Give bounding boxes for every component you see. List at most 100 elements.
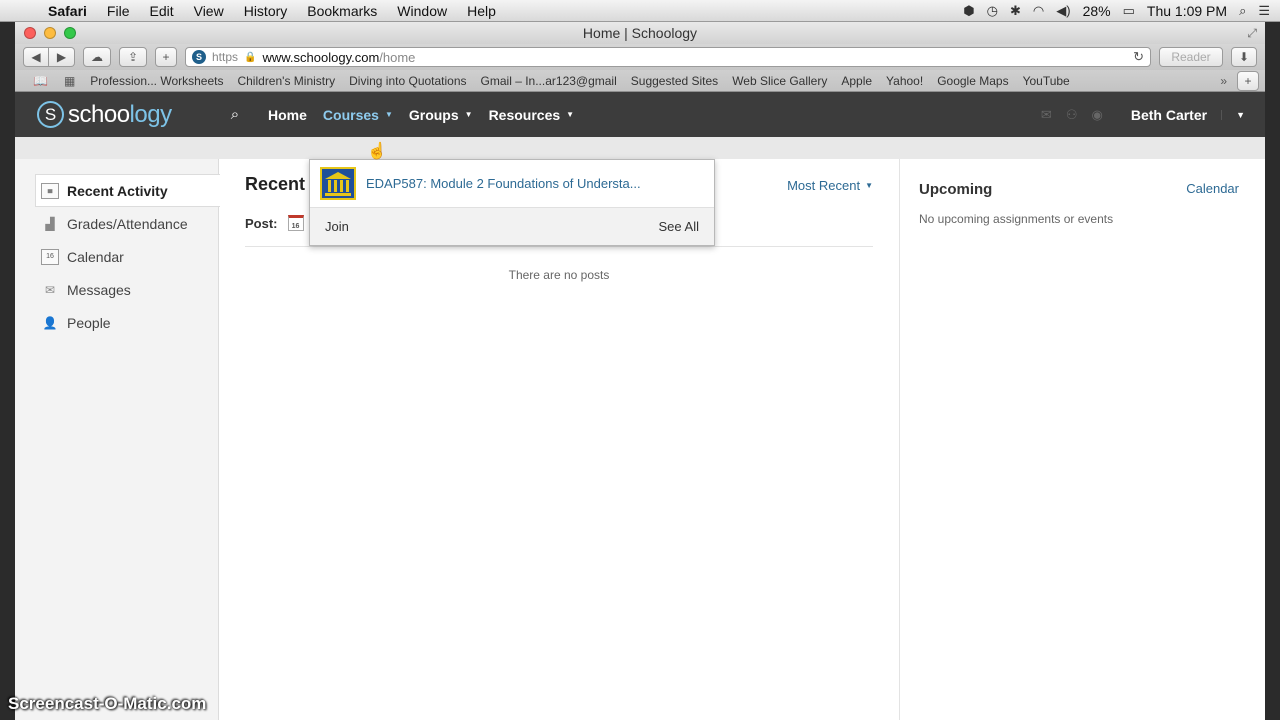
wifi-icon[interactable]: ◠ <box>1033 3 1044 19</box>
menu-history[interactable]: History <box>234 3 298 19</box>
sidebar-item-label: Calendar <box>67 248 124 265</box>
back-forward-group: ◀ ▶ <box>23 47 75 67</box>
post-event-calendar-icon[interactable]: 16 <box>287 215 304 231</box>
spotlight-search-icon[interactable]: ⌕ <box>1239 3 1246 19</box>
sidebar-item-label: Messages <box>67 281 131 298</box>
logo-s-icon: S <box>37 101 64 128</box>
feed-divider <box>245 246 873 247</box>
schoology-logo[interactable]: S schoology <box>15 101 220 129</box>
new-tab-button[interactable]: + <box>155 47 177 67</box>
menu-help[interactable]: Help <box>457 3 506 19</box>
nav-groups[interactable]: Groups ▼ <box>401 107 481 123</box>
screencast-watermark: Screencast-O-Matic.com <box>8 694 207 713</box>
window-controls <box>15 27 76 39</box>
reader-button[interactable]: Reader <box>1159 47 1223 67</box>
menu-window[interactable]: Window <box>387 3 457 19</box>
time-machine-icon[interactable]: ◷ <box>987 3 998 19</box>
course-name[interactable]: EDAP587: Module 2 Foundations of Underst… <box>366 176 641 191</box>
user-menu-chevron-icon[interactable]: ▼ <box>1221 109 1251 120</box>
menu-bookmarks[interactable]: Bookmarks <box>297 3 387 19</box>
sort-dropdown[interactable]: Most Recent ▼ <box>787 178 873 193</box>
close-window-button[interactable] <box>24 27 36 39</box>
menu-edit[interactable]: Edit <box>139 3 183 19</box>
sidebar-item-messages[interactable]: ✉ Messages <box>15 273 218 306</box>
add-tab-icon[interactable]: + <box>1237 70 1259 91</box>
reading-list-icon[interactable]: 📖 <box>25 74 56 88</box>
sidebar-item-grades[interactable]: ▟ Grades/Attendance <box>15 207 218 240</box>
upcoming-panel: Upcoming Calendar No upcoming assignment… <box>899 159 1265 720</box>
sidebar-item-calendar[interactable]: 16 Calendar <box>15 240 218 273</box>
battery-icon[interactable]: ▭ <box>1123 3 1135 19</box>
messages-icon[interactable]: ✉ <box>1041 107 1052 123</box>
search-icon[interactable]: ⌕ <box>220 106 250 123</box>
fullscreen-icon[interactable]: ⤢ <box>1247 26 1257 41</box>
calendar-icon: 16 <box>41 248 59 265</box>
schoology-favicon-icon: S <box>192 50 206 64</box>
requests-icon[interactable]: ⚇ <box>1066 107 1078 123</box>
user-name[interactable]: Beth Carter <box>1131 107 1207 123</box>
grades-chart-icon: ▟ <box>45 216 55 231</box>
menubar-clock[interactable]: Thu 1:09 PM <box>1147 3 1227 19</box>
downloads-button[interactable]: ⬇ <box>1231 47 1257 67</box>
header-right: ✉ ⚇ ◉ Beth Carter ▼ <box>1041 107 1265 123</box>
bookmark-item[interactable]: Apple <box>834 74 879 88</box>
lock-icon: 🔒 <box>244 51 257 63</box>
bookmark-item[interactable]: Suggested Sites <box>624 74 725 88</box>
forward-button[interactable]: ▶ <box>49 47 75 67</box>
share-button[interactable]: ⇪ <box>119 47 147 67</box>
zoom-window-button[interactable] <box>64 27 76 39</box>
bookmark-item[interactable]: Gmail – In...ar123@gmail <box>474 74 624 88</box>
nav-home[interactable]: Home <box>260 107 315 123</box>
nav-resources[interactable]: Resources ▼ <box>481 107 583 123</box>
sidebar-item-label: Grades/Attendance <box>67 215 188 232</box>
join-course-link[interactable]: Join <box>325 219 349 234</box>
sidebar-item-label: Recent Activity <box>67 182 168 199</box>
back-button[interactable]: ◀ <box>23 47 49 67</box>
menu-app-safari[interactable]: Safari <box>44 3 97 19</box>
menu-file[interactable]: File <box>97 3 140 19</box>
course-item[interactable]: EDAP587: Module 2 Foundations of Underst… <box>310 160 714 207</box>
logo-text: schoology <box>68 100 172 128</box>
schoology-header: S schoology ⌕ Home Courses ▼ Groups ▼ Reso… <box>15 92 1265 137</box>
safari-window: Home | Schoology ⤢ ◀ ▶ ☁ ⇪ + S https 🔒 w… <box>15 22 1265 720</box>
address-bar[interactable]: S https 🔒 www.schoology.com /home ↻ <box>185 47 1151 67</box>
bookmark-item[interactable]: Web Slice Gallery <box>725 74 834 88</box>
more-bookmarks-icon[interactable]: » <box>1210 74 1237 88</box>
url-protocol: https <box>212 50 239 64</box>
icloud-tabs-button[interactable]: ☁ <box>83 47 111 67</box>
courses-dropdown: EDAP587: Module 2 Foundations of Underst… <box>309 159 715 246</box>
menu-view[interactable]: View <box>184 3 234 19</box>
sidebar-item-recent-activity[interactable]: ≣ Recent Activity <box>35 174 220 207</box>
reload-icon[interactable]: ↻ <box>1133 49 1144 65</box>
nav-courses[interactable]: Courses ▼ <box>315 107 401 123</box>
main-nav: Home Courses ▼ Groups ▼ Resources ▼ <box>260 107 582 123</box>
see-all-courses-link[interactable]: See All <box>659 219 699 234</box>
chevron-down-icon: ▼ <box>865 181 873 190</box>
notification-center-icon[interactable]: ☰ <box>1258 3 1270 19</box>
window-title: Home | Schoology <box>582 25 698 41</box>
bookmark-item[interactable]: Google Maps <box>930 74 1015 88</box>
calendar-link[interactable]: Calendar <box>1186 181 1239 196</box>
activity-list-icon: ≣ <box>41 182 59 199</box>
upcoming-title: Upcoming <box>919 181 993 198</box>
post-bar: Post: 16 <box>245 215 304 231</box>
bookmark-item[interactable]: Diving into Quotations <box>342 74 473 88</box>
sidebar-item-people[interactable]: 👤 People <box>15 306 218 339</box>
url-path: /home <box>379 49 416 65</box>
empty-feed-message: There are no posts <box>508 268 610 282</box>
bluetooth-icon[interactable]: ✱ <box>1010 3 1021 19</box>
minimize-window-button[interactable] <box>44 27 56 39</box>
bookmark-item[interactable]: Yahoo! <box>879 74 930 88</box>
chevron-down-icon: ▼ <box>384 110 393 119</box>
notifications-icon[interactable]: ◉ <box>1091 107 1102 123</box>
bookmark-item[interactable]: YouTube <box>1016 74 1077 88</box>
course-building-icon <box>320 167 356 200</box>
bookmark-item[interactable]: Profession... Worksheets <box>83 74 230 88</box>
volume-icon[interactable]: ◀) <box>1056 3 1070 19</box>
bookmark-item[interactable]: Children's Ministry <box>230 74 342 88</box>
envelope-icon: ✉ <box>44 282 56 297</box>
extension-icon[interactable]: ⬢ <box>963 3 974 19</box>
chevron-down-icon: ▼ <box>464 110 473 119</box>
top-sites-icon[interactable]: ▦ <box>56 74 83 88</box>
battery-percent[interactable]: 28% <box>1083 3 1111 19</box>
